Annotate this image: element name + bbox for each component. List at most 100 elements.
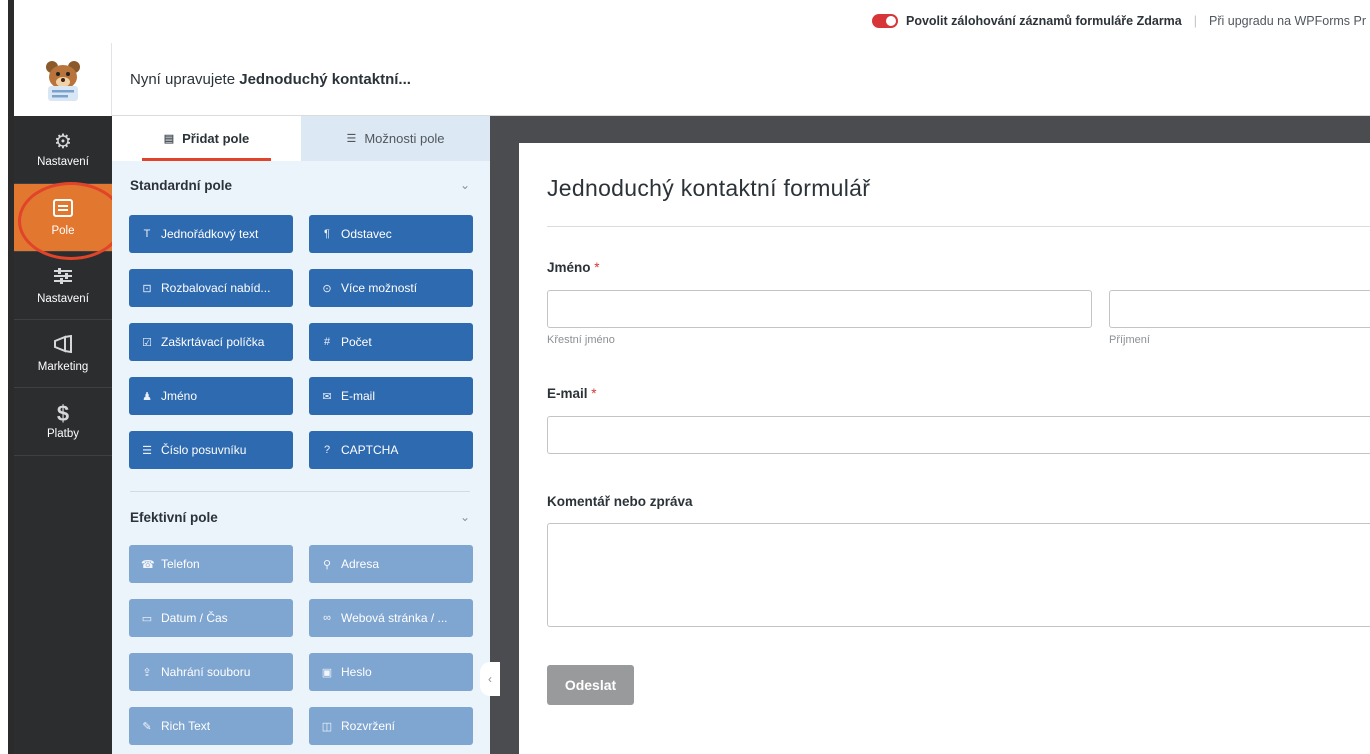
sidebar-item-label: Marketing — [37, 360, 89, 373]
comment-field-label[interactable]: Komentář nebo zpráva — [547, 494, 693, 509]
required-mark: * — [594, 260, 600, 275]
user-icon: ♟ — [142, 390, 152, 403]
field-label: Datum / Čas — [161, 611, 228, 625]
sidebar-item-marketing[interactable]: Marketing — [14, 320, 112, 388]
field-button-number-slider[interactable]: ☰ Číslo posuvníku — [129, 431, 293, 469]
page-title-prefix: Nyní upravujete — [130, 71, 240, 88]
tab-add-fields[interactable]: ▤ Přidat pole — [112, 116, 301, 161]
sliders-icon — [53, 267, 73, 289]
field-button-email[interactable]: ✉ E-mail — [309, 377, 473, 415]
submit-button[interactable]: Odeslat — [547, 665, 634, 705]
backup-toggle-label: Povolit zálohování záznamů formuláře Zda… — [906, 14, 1182, 28]
field-label-text: E-mail — [547, 386, 588, 401]
sidebar-item-payments[interactable]: $ Platby — [14, 388, 112, 456]
field-label: Jméno — [161, 389, 198, 403]
field-label: E-mail — [341, 389, 376, 403]
paragraph-icon: ¶ — [324, 228, 330, 240]
form-title[interactable]: Jednoduchý kontaktní formulář — [547, 175, 870, 202]
field-button-multiple-choice[interactable]: ⊙ Více možností — [309, 269, 473, 307]
section-title: Standardní pole — [130, 178, 233, 193]
field-label: Heslo — [341, 665, 372, 679]
columns-icon: ◫ — [321, 720, 333, 733]
table-icon: ▤ — [163, 133, 175, 145]
upgrade-text: Při upgradu na WPForms Pr — [1209, 14, 1367, 28]
tab-field-options[interactable]: ☰ Možnosti pole — [301, 116, 490, 161]
first-name-input[interactable] — [547, 290, 1092, 328]
sidebar-item-fields[interactable]: Pole — [14, 184, 112, 252]
last-name-input[interactable] — [1109, 290, 1370, 328]
builder-sidebar: ⚙ Nastavení Pole Nastavení Marketing $ P… — [14, 116, 112, 754]
field-button-password[interactable]: ▣ Heslo — [309, 653, 473, 691]
field-button-name[interactable]: ♟ Jméno — [129, 377, 293, 415]
sliders-icon: ☰ — [346, 133, 357, 145]
wpforms-logo — [14, 43, 112, 116]
link-icon: ∞ — [323, 612, 331, 624]
notice-bar: Povolit zálohování záznamů formuláře Zda… — [14, 0, 1370, 43]
upload-icon: ⇪ — [142, 666, 152, 679]
field-label: Telefon — [161, 557, 200, 571]
email-input[interactable] — [547, 416, 1370, 454]
section-standard-fields[interactable]: Standardní pole ⌄ — [130, 178, 470, 193]
dropdown-icon: ⊡ — [142, 282, 152, 295]
tab-label: Přidat pole — [182, 131, 250, 146]
builder-header: Nyní upravujete Jednoduchý kontaktní... — [14, 43, 1370, 116]
checkbox-icon: ☑ — [142, 336, 152, 349]
field-button-website[interactable]: ∞ Webová stránka / ... — [309, 599, 473, 637]
panel-tabs: ▤ Přidat pole ☰ Možnosti pole — [112, 116, 490, 161]
section-fancy-fields[interactable]: Efektivní pole ⌄ — [130, 510, 470, 525]
field-label: Rozbalovací nabíd... — [161, 281, 271, 295]
edit-icon: ✎ — [142, 720, 152, 733]
field-button-number[interactable]: # Počet — [309, 323, 473, 361]
email-field-label[interactable]: E-mail * — [547, 386, 597, 401]
field-label-text: Jméno — [547, 260, 591, 275]
field-button-date-time[interactable]: ▭ Datum / Čas — [129, 599, 293, 637]
field-button-checkboxes[interactable]: ☑ Zaškrtávací políčka — [129, 323, 293, 361]
section-divider — [130, 491, 470, 492]
phone-icon: ☎ — [141, 558, 155, 571]
backup-toggle[interactable] — [872, 14, 898, 28]
field-button-file-upload[interactable]: ⇪ Nahrání souboru — [129, 653, 293, 691]
first-name-sublabel: Křestní jméno — [547, 334, 615, 346]
field-label-text: Komentář nebo zpráva — [547, 494, 693, 509]
last-name-sublabel: Příjmení — [1109, 334, 1150, 346]
slider-icon: ☰ — [142, 444, 152, 457]
name-field-label[interactable]: Jméno * — [547, 260, 600, 275]
field-button-address[interactable]: ⚲ Adresa — [309, 545, 473, 583]
field-button-rich-text[interactable]: ✎ Rich Text — [129, 707, 293, 745]
left-edge — [0, 0, 14, 754]
field-label: Odstavec — [341, 227, 392, 241]
field-label: Jednořádkový text — [161, 227, 259, 241]
field-button-paragraph[interactable]: ¶ Odstavec — [309, 215, 473, 253]
dollar-icon: $ — [56, 400, 70, 426]
tab-label: Možnosti pole — [364, 131, 445, 146]
text-icon: T — [143, 228, 151, 240]
chevron-down-icon: ⌄ — [459, 178, 470, 192]
field-label: CAPTCHA — [341, 443, 399, 457]
sidebar-item-label: Nastavení — [37, 292, 89, 305]
question-icon: ? — [323, 444, 331, 456]
field-button-layout[interactable]: ◫ Rozvržení — [309, 707, 473, 745]
hash-icon: # — [323, 336, 331, 348]
field-label: Adresa — [341, 557, 380, 571]
radio-icon: ⊙ — [322, 282, 332, 295]
envelope-icon: ✉ — [322, 390, 332, 403]
section-title: Efektivní pole — [130, 510, 218, 525]
field-button-phone[interactable]: ☎ Telefon — [129, 545, 293, 583]
fields-icon — [53, 198, 73, 221]
sidebar-item-setup[interactable]: ⚙ Nastavení — [14, 116, 112, 184]
field-button-dropdown[interactable]: ⊡ Rozbalovací nabíd... — [129, 269, 293, 307]
field-label: Nahrání souboru — [161, 665, 251, 679]
sidebar-item-settings[interactable]: Nastavení — [14, 252, 112, 320]
field-label: Webová stránka / ... — [341, 611, 448, 625]
bear-mascot-icon — [45, 60, 80, 101]
gear-icon: ⚙ — [54, 130, 72, 153]
field-label: Rozvržení — [341, 719, 396, 733]
field-label: Číslo posuvníku — [161, 443, 247, 457]
field-button-captcha[interactable]: ? CAPTCHA — [309, 431, 473, 469]
comment-textarea[interactable] — [547, 523, 1370, 627]
field-button-single-line-text[interactable]: T Jednořádkový text — [129, 215, 293, 253]
field-label: Počet — [341, 335, 372, 349]
sidebar-item-label: Pole — [51, 224, 75, 237]
panel-collapse-toggle[interactable]: ‹ — [480, 662, 500, 696]
field-label: Zaškrtávací políčka — [161, 335, 265, 349]
